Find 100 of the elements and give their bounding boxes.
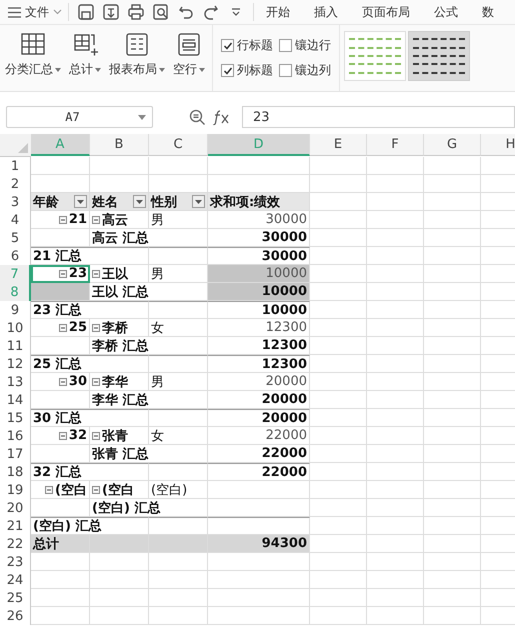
table-cell[interactable]: 30000 (208, 211, 310, 229)
table-cell[interactable]: 性别 (149, 193, 208, 211)
zoom-out-icon[interactable] (189, 108, 206, 126)
collapse-toggle-icon[interactable] (58, 216, 67, 224)
option-checkbox[interactable]: 行标题 (221, 37, 273, 54)
table-cell[interactable]: 高云 汇总 (90, 229, 208, 247)
file-menu[interactable]: 文件 (8, 3, 69, 21)
column-header[interactable]: C (149, 134, 208, 156)
collapse-toggle-icon[interactable] (45, 486, 54, 494)
formula-input[interactable]: 23 (242, 106, 515, 128)
option-checkbox[interactable]: 列标题 (221, 62, 273, 79)
table-cell[interactable]: 王以 (90, 265, 149, 283)
collapse-toggle-icon[interactable] (58, 324, 67, 332)
ribbon-tab[interactable]: 插入 (302, 0, 350, 24)
ribbon-button[interactable]: 总计 (66, 29, 104, 91)
table-cell[interactable]: 女 (149, 319, 208, 337)
table-cell[interactable]: 男 (149, 265, 208, 283)
table-cell[interactable]: (空白) 汇总 (31, 517, 149, 535)
column-header[interactable]: H (481, 134, 515, 156)
save-icon[interactable] (77, 3, 95, 21)
column-header[interactable]: F (367, 134, 424, 156)
table-cell[interactable]: 20000 (208, 409, 310, 427)
table-cell[interactable]: 10000 (208, 301, 310, 319)
table-cell[interactable]: 22000 (208, 445, 310, 463)
table-cell[interactable]: 张青 (90, 427, 149, 445)
table-cell[interactable]: 总计 (31, 535, 90, 553)
option-checkbox[interactable]: 镶边行 (279, 37, 331, 54)
collapse-toggle-icon[interactable] (58, 270, 67, 278)
ribbon-tab[interactable]: 开始 (254, 0, 302, 24)
table-cell[interactable]: 32 汇总 (31, 463, 149, 481)
table-cell[interactable]: 李华 (90, 373, 149, 391)
table-cell[interactable]: 21 (31, 211, 90, 229)
table-cell[interactable]: 张青 汇总 (90, 445, 208, 463)
table-cell[interactable]: 30000 (208, 229, 310, 247)
column-header[interactable]: E (310, 134, 367, 156)
table-style-thumbnail[interactable] (344, 31, 406, 81)
table-cell[interactable]: 21 汇总 (31, 247, 149, 265)
filter-dropdown-button[interactable] (192, 195, 205, 208)
checkbox[interactable] (221, 39, 234, 52)
table-cell[interactable]: 男 (149, 373, 208, 391)
collapse-toggle-icon[interactable] (92, 324, 100, 332)
table-cell[interactable]: 女 (149, 427, 208, 445)
collapse-toggle-icon[interactable] (58, 378, 67, 386)
table-cell[interactable]: 10000 (208, 265, 310, 283)
table-cell[interactable]: 30 汇总 (31, 409, 149, 427)
collapse-toggle-icon[interactable] (92, 486, 100, 494)
table-cell[interactable]: 20000 (208, 391, 310, 409)
table-cell[interactable] (149, 463, 208, 481)
select-all-icon[interactable] (18, 143, 28, 153)
table-cell[interactable]: 23 (31, 265, 90, 283)
table-cell[interactable] (149, 355, 208, 373)
table-cell[interactable]: 20000 (208, 373, 310, 391)
table-cell[interactable]: 25 (31, 319, 90, 337)
table-cell[interactable]: 94300 (208, 535, 310, 553)
table-cell[interactable]: 30 (31, 373, 90, 391)
ribbon-tab[interactable]: 数 (470, 0, 506, 24)
table-cell[interactable]: 李华 汇总 (90, 391, 208, 409)
filter-dropdown-button[interactable] (74, 195, 87, 208)
table-cell[interactable]: 高云 (90, 211, 149, 229)
checkbox[interactable] (221, 64, 234, 77)
checkbox[interactable] (279, 64, 292, 77)
ribbon-button[interactable]: 空行 (170, 29, 208, 91)
collapse-toggle-icon[interactable] (92, 216, 100, 224)
ribbon-tab[interactable]: 公式 (422, 0, 470, 24)
table-cell[interactable]: (空白) 汇总 (90, 499, 208, 517)
redo-icon[interactable] (202, 3, 220, 21)
table-cell[interactable]: 求和项:绩效 (208, 193, 310, 211)
table-cell[interactable]: 30000 (208, 247, 310, 265)
ribbon-tab[interactable]: 页面布局 (350, 0, 422, 24)
table-cell[interactable]: 年龄 (31, 193, 90, 211)
ribbon-button[interactable]: 报表布局 (106, 29, 168, 91)
table-cell[interactable] (149, 301, 208, 319)
collapse-toggle-icon[interactable] (92, 432, 100, 440)
table-cell[interactable]: 王以 汇总 (90, 283, 208, 301)
column-header[interactable]: G (424, 134, 481, 156)
table-cell[interactable]: 12300 (208, 337, 310, 355)
option-checkbox[interactable]: 镶边列 (279, 62, 331, 79)
collapse-toggle-icon[interactable] (58, 432, 67, 440)
table-cell[interactable]: 李桥 汇总 (90, 337, 208, 355)
table-cell[interactable]: 12300 (208, 319, 310, 337)
table-cell[interactable]: 男 (149, 211, 208, 229)
checkbox[interactable] (279, 39, 292, 52)
table-cell[interactable]: 22000 (208, 463, 310, 481)
table-cell[interactable]: 12300 (208, 355, 310, 373)
table-cell[interactable]: 23 汇总 (31, 301, 149, 319)
collapse-toggle-icon[interactable] (92, 378, 100, 386)
table-cell[interactable]: 李桥 (90, 319, 149, 337)
print-icon[interactable] (127, 3, 145, 21)
table-cell[interactable]: (空白 (90, 481, 149, 499)
table-cell[interactable]: 25 汇总 (31, 355, 149, 373)
table-cell[interactable] (149, 517, 208, 535)
column-header[interactable]: B (90, 134, 149, 156)
table-cell[interactable]: 22000 (208, 427, 310, 445)
name-box[interactable]: A7 (6, 106, 153, 128)
table-cell[interactable] (149, 409, 208, 427)
collapse-toggle-icon[interactable] (92, 270, 100, 278)
table-cell[interactable]: (空白 (31, 481, 90, 499)
table-style-thumbnail[interactable] (408, 31, 470, 81)
filter-dropdown-button[interactable] (133, 195, 146, 208)
table-cell[interactable] (149, 247, 208, 265)
